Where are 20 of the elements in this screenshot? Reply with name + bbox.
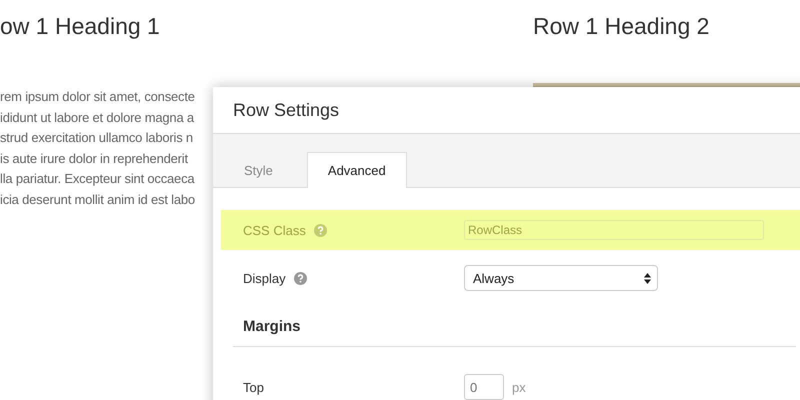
paragraph-line: rem ipsum dolor sit amet, consecte: [0, 88, 195, 106]
page-heading: ow 1 Heading 1: [0, 12, 161, 40]
paragraph-line: is aute irure dolor in reprehenderit: [0, 150, 188, 168]
paragraph-line: strud exercitation ullamco laboris n: [0, 129, 193, 147]
dialog-title: Row Settings: [233, 100, 340, 120]
paragraph-line: lla pariatur. Excepteur sint occaeca: [0, 170, 194, 188]
unit-label: px: [512, 380, 526, 394]
number-field[interactable]: 0: [464, 374, 504, 400]
page-heading: Row 1 Heading 2: [533, 12, 710, 40]
field-label: CSS Class: [243, 222, 306, 238]
tab[interactable]: Advanced: [306, 152, 407, 188]
paragraph-line: ididunt ut labore et dolore magna a: [0, 108, 194, 127]
paragraph-line: icia deserunt mollit anim id est labo: [0, 190, 195, 208]
section-heading: Margins: [243, 318, 301, 335]
help-icon[interactable]: [314, 224, 327, 236]
help-icon[interactable]: [294, 272, 307, 284]
select-dropdown[interactable]: Always: [464, 265, 658, 291]
updown-arrows-icon: [644, 272, 651, 284]
field-label: Display: [243, 270, 286, 286]
field-label: Top: [243, 380, 264, 394]
